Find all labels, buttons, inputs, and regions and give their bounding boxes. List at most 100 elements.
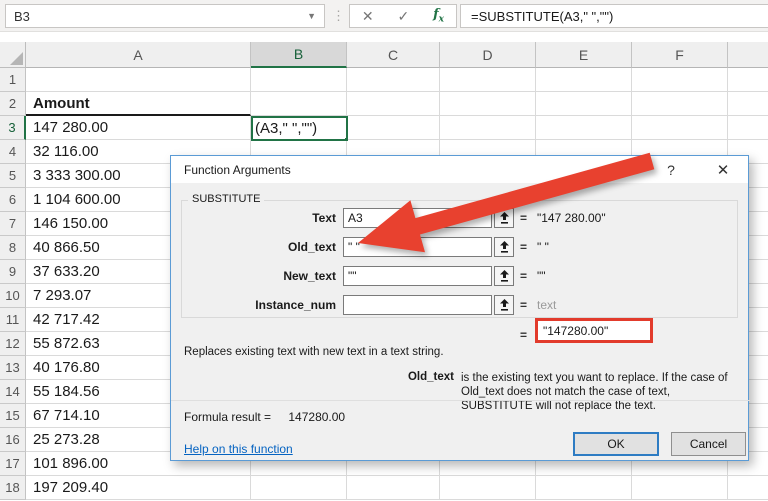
select-all-corner[interactable] — [0, 42, 26, 68]
range-picker-button[interactable] — [494, 295, 514, 315]
cell-F1[interactable] — [632, 68, 728, 92]
column-header-B[interactable]: B — [251, 42, 347, 68]
row-header-9[interactable]: 9 — [0, 260, 26, 284]
cell-E3[interactable] — [536, 116, 632, 140]
collapse-dialog-icon — [499, 299, 510, 311]
row-header-11[interactable]: 11 — [0, 308, 26, 332]
help-link[interactable]: Help on this function — [184, 442, 293, 456]
formula-bar: B3 ▼ ⋮ ✕ ✓ fx =SUBSTITUTE(A3," ","") — [0, 0, 768, 32]
cell-C2[interactable] — [347, 92, 440, 116]
cell-E18[interactable] — [536, 476, 632, 500]
row-header-4[interactable]: 4 — [0, 140, 26, 164]
range-picker-button[interactable] — [494, 237, 514, 257]
row-header-6[interactable]: 6 — [0, 188, 26, 212]
collapse-dialog-icon — [499, 241, 510, 253]
function-arguments-dialog: Function Arguments ? ✕ SUBSTITUTE Text A… — [170, 155, 749, 461]
cell-D2[interactable] — [440, 92, 536, 116]
cell-A2[interactable]: Amount — [26, 92, 251, 116]
row-header-1[interactable]: 1 — [0, 68, 26, 92]
dialog-titlebar[interactable]: Function Arguments ? ✕ — [171, 156, 748, 183]
highlighted-result-box: "147280.00" — [535, 318, 653, 343]
cell-A1[interactable] — [26, 68, 251, 92]
formula-result-label: Formula result = — [184, 410, 271, 424]
field-label-instance-num: Instance_num — [171, 298, 336, 312]
cell-G2[interactable] — [728, 92, 768, 116]
cell-B18[interactable] — [251, 476, 347, 500]
cell-C1[interactable] — [347, 68, 440, 92]
field-row-instance-num: Instance_num = text — [171, 295, 750, 315]
cell-D18[interactable] — [440, 476, 536, 500]
formula-result-value: 147280.00 — [288, 410, 345, 424]
field-row-new-text: New_text "" = "" — [171, 266, 750, 286]
field-input-text[interactable]: A3 — [343, 208, 492, 228]
row-header-7[interactable]: 7 — [0, 212, 26, 236]
field-result-text: "147 280.00" — [537, 211, 606, 225]
row-header-10[interactable]: 10 — [0, 284, 26, 308]
dialog-title: Function Arguments — [184, 163, 291, 177]
cancel-entry-icon[interactable]: ✕ — [362, 8, 374, 25]
cell-G3[interactable] — [728, 116, 768, 140]
fill-handle[interactable] — [344, 137, 348, 141]
column-header-D[interactable]: D — [440, 42, 536, 68]
cell-G18[interactable] — [728, 476, 768, 500]
row-header-15[interactable]: 15 — [0, 404, 26, 428]
argument-help-text: is the existing text you want to replace… — [461, 371, 743, 413]
field-input-old-text[interactable]: " " — [343, 237, 492, 257]
field-input-instance-num[interactable] — [343, 295, 492, 315]
row-header-13[interactable]: 13 — [0, 356, 26, 380]
row-header-2[interactable]: 2 — [0, 92, 26, 116]
name-box-value: B3 — [14, 9, 30, 24]
column-header-C[interactable]: C — [347, 42, 440, 68]
cell-F3[interactable] — [632, 116, 728, 140]
name-box[interactable]: B3 ▼ — [5, 4, 325, 28]
row-header-5[interactable]: 5 — [0, 164, 26, 188]
field-input-new-text[interactable]: "" — [343, 266, 492, 286]
row-header-16[interactable]: 16 — [0, 428, 26, 452]
row-header-14[interactable]: 14 — [0, 380, 26, 404]
cell-E2[interactable] — [536, 92, 632, 116]
cell-A18[interactable]: 197 209.40 — [26, 476, 251, 500]
field-label-new-text: New_text — [171, 269, 336, 283]
column-header-E[interactable]: E — [536, 42, 632, 68]
insert-function-icon[interactable]: fx — [433, 7, 444, 25]
cell-F2[interactable] — [632, 92, 728, 116]
formula-controls: ✕ ✓ fx — [349, 4, 457, 28]
column-header-F[interactable]: F — [632, 42, 728, 68]
range-picker-button[interactable] — [494, 266, 514, 286]
cell-A3[interactable]: 147 280.00 — [26, 116, 251, 140]
equals-sign: = — [520, 298, 532, 312]
formula-input[interactable]: =SUBSTITUTE(A3," ","") — [460, 4, 768, 28]
field-label-old-text: Old_text — [171, 240, 336, 254]
cell-b3-text: (A3," ","") — [255, 120, 317, 137]
cell-C3[interactable] — [347, 116, 440, 140]
cell-C18[interactable] — [347, 476, 440, 500]
row-header-18[interactable]: 18 — [0, 476, 26, 500]
field-result-instance-num: text — [537, 298, 556, 312]
row-header-12[interactable]: 12 — [0, 332, 26, 356]
field-result-new-text: "" — [537, 269, 546, 283]
row-header-3[interactable]: 3 — [0, 116, 26, 140]
range-picker-button[interactable] — [494, 208, 514, 228]
name-box-dropdown-icon[interactable]: ▼ — [307, 11, 316, 21]
cell-E1[interactable] — [536, 68, 632, 92]
cancel-button[interactable]: Cancel — [671, 432, 746, 456]
column-header-A[interactable]: A — [26, 42, 251, 68]
row-header-8[interactable]: 8 — [0, 236, 26, 260]
enter-entry-icon[interactable]: ✓ — [398, 8, 410, 25]
collapse-dialog-icon — [499, 270, 510, 282]
cell-D3[interactable] — [440, 116, 536, 140]
cell-F18[interactable] — [632, 476, 728, 500]
column-header-partial[interactable] — [728, 42, 768, 68]
dialog-close-icon[interactable]: ✕ — [706, 156, 740, 183]
row-header-17[interactable]: 17 — [0, 452, 26, 476]
cell-B1[interactable] — [251, 68, 347, 92]
cell-B2[interactable] — [251, 92, 347, 116]
field-row-text: Text A3 = "147 280.00" — [171, 208, 750, 228]
cell-D1[interactable] — [440, 68, 536, 92]
dialog-help-icon[interactable]: ? — [656, 156, 686, 183]
collapse-dialog-icon — [499, 212, 510, 224]
cell-G1[interactable] — [728, 68, 768, 92]
equals-sign: = — [520, 211, 532, 225]
selected-cell-b3[interactable]: (A3," ","") — [251, 116, 348, 141]
ok-button[interactable]: OK — [573, 432, 659, 456]
